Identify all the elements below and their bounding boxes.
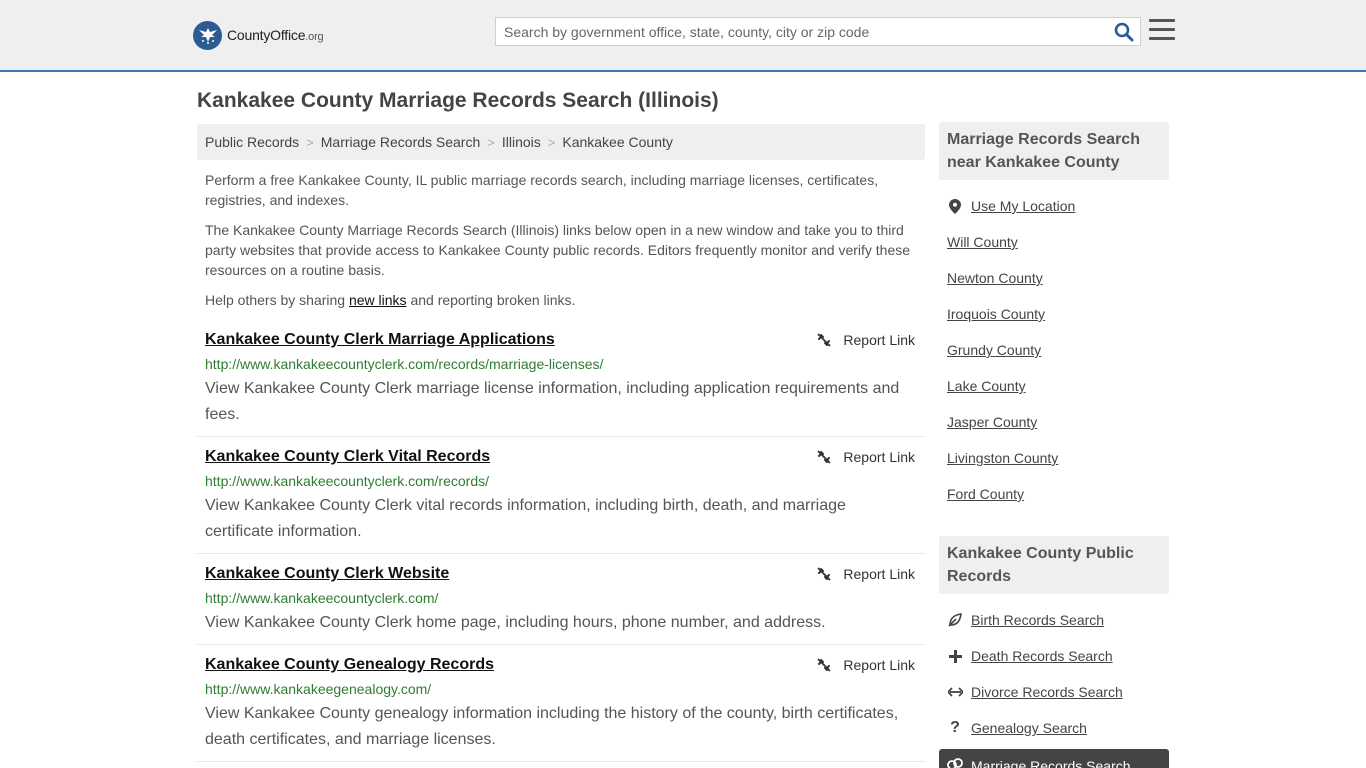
hamburger-menu-icon[interactable] (1149, 19, 1175, 43)
nearby-county-item: Iroquois County (939, 296, 1169, 332)
report-link-button[interactable]: Report Link (816, 566, 915, 582)
breadcrumb-separator: > (306, 134, 314, 150)
disclaimer-paragraph: The Kankakee County Marriage Records Sea… (205, 222, 911, 278)
logo-wordmark: CountyOffice.org (227, 27, 324, 43)
leaf-icon (947, 613, 963, 627)
result-description: View Kankakee County Clerk vital records… (205, 497, 846, 540)
result-item: Kankakee County Genealogy Records Report… (197, 656, 925, 762)
nearby-county-link[interactable]: Will County (947, 234, 1018, 250)
nearby-county-link[interactable]: Newton County (947, 270, 1043, 286)
result-title-link[interactable]: Kankakee County Clerk Marriage Applicati… (205, 331, 555, 349)
nearby-county-link[interactable]: Livingston County (947, 450, 1058, 466)
site-header: CountyOffice.org (0, 0, 1366, 72)
nearby-county-link[interactable]: Ford County (947, 486, 1024, 502)
nearby-county-item: Will County (939, 224, 1169, 260)
new-links-link[interactable]: new links (349, 292, 407, 308)
broken-link-icon (817, 333, 832, 347)
logo-eagle-icon (193, 20, 222, 50)
map-marker-icon (947, 198, 963, 214)
nearby-county-link[interactable]: Grundy County (947, 342, 1041, 358)
result-title-link[interactable]: Kankakee County Clerk Vital Records (205, 448, 490, 466)
page-title: Kankakee County Marriage Records Search … (197, 89, 719, 112)
public-records-item: Divorce Records Search (939, 674, 1169, 710)
search-input[interactable] (496, 18, 1106, 45)
nearby-county-item: Ford County (939, 476, 1169, 512)
nearby-county-item: Jasper County (939, 404, 1169, 440)
result-url[interactable]: http://www.kankakeegenealogy.com/ (205, 681, 431, 697)
result-url[interactable]: http://www.kankakeecountyclerk.com/recor… (205, 356, 603, 372)
sidebar-public-records: Kankakee County Public Records Birth Rec… (939, 536, 1169, 746)
help-paragraph: Help others by sharing new links and rep… (205, 292, 576, 308)
result-description: View Kankakee County genealogy informati… (205, 705, 899, 748)
breadcrumb: Public Records > Marriage Records Search… (197, 124, 925, 160)
sidebar-nearby: Marriage Records Search near Kankakee Co… (939, 122, 1169, 512)
public-records-item: Death Records Search (939, 638, 1169, 674)
result-item: Kankakee County Clerk Vital Records Repo… (197, 448, 925, 554)
use-location-item: Use My Location (939, 188, 1169, 224)
sidebar-nearby-heading: Marriage Records Search near Kankakee Co… (939, 122, 1169, 180)
search-icon (1114, 22, 1134, 42)
result-item: Kankakee County Clerk Website Report Lin… (197, 565, 925, 645)
public-records-list: Birth Records Search Death Records Searc… (939, 602, 1169, 746)
divorce-records-link[interactable]: Divorce Records Search (971, 684, 1123, 700)
intro-paragraph: Perform a free Kankakee County, IL publi… (205, 172, 879, 208)
birth-records-link[interactable]: Birth Records Search (971, 612, 1104, 628)
search-button[interactable] (1112, 20, 1136, 44)
death-records-link[interactable]: Death Records Search (971, 648, 1113, 664)
nearby-county-link[interactable]: Iroquois County (947, 306, 1045, 322)
site-logo[interactable]: CountyOffice.org (193, 20, 324, 50)
nearby-county-list: Use My Location Will County Newton Count… (939, 188, 1169, 512)
search-box (495, 17, 1141, 46)
result-item: Kankakee County Clerk Marriage Applicati… (197, 331, 925, 437)
report-link-button[interactable]: Report Link (816, 657, 915, 673)
marriage-records-link[interactable]: Marriage Records Search (971, 758, 1131, 768)
use-my-location-link[interactable]: Use My Location (971, 198, 1075, 214)
sidebar-public-records-heading: Kankakee County Public Records (939, 536, 1169, 594)
public-records-item: Birth Records Search (939, 602, 1169, 638)
nearby-county-link[interactable]: Jasper County (947, 414, 1037, 430)
result-title-link[interactable]: Kankakee County Genealogy Records (205, 656, 494, 674)
result-url[interactable]: http://www.kankakeecountyclerk.com/ (205, 590, 438, 606)
result-description: View Kankakee County Clerk marriage lice… (205, 380, 900, 423)
broken-link-icon (817, 450, 832, 464)
nearby-county-link[interactable]: Lake County (947, 378, 1026, 394)
rings-icon (947, 758, 963, 768)
sidebar-item-marriage-records-active[interactable]: Marriage Records Search (939, 749, 1169, 768)
result-url[interactable]: http://www.kankakeecountyclerk.com/recor… (205, 473, 489, 489)
result-description: View Kankakee County Clerk home page, in… (205, 614, 826, 631)
nearby-county-item: Grundy County (939, 332, 1169, 368)
breadcrumb-kankakee-county[interactable]: Kankakee County (562, 134, 673, 150)
broken-link-icon (817, 658, 832, 672)
result-title-link[interactable]: Kankakee County Clerk Website (205, 565, 449, 583)
breadcrumb-separator: > (547, 134, 556, 150)
breadcrumb-illinois[interactable]: Illinois (502, 134, 541, 150)
plus-icon (947, 649, 963, 663)
question-icon: ? (950, 719, 960, 736)
nearby-county-item: Lake County (939, 368, 1169, 404)
breadcrumb-separator: > (487, 134, 495, 150)
report-link-button[interactable]: Report Link (816, 449, 915, 465)
broken-link-icon (817, 567, 832, 581)
breadcrumb-public-records[interactable]: Public Records (205, 134, 299, 150)
public-records-item: ? Genealogy Search (939, 710, 1169, 746)
nearby-county-item: Livingston County (939, 440, 1169, 476)
nearby-county-item: Newton County (939, 260, 1169, 296)
report-link-button[interactable]: Report Link (816, 332, 915, 348)
breadcrumb-marriage-records[interactable]: Marriage Records Search (321, 134, 481, 150)
genealogy-search-link[interactable]: Genealogy Search (971, 720, 1087, 736)
arrows-icon (947, 687, 963, 697)
